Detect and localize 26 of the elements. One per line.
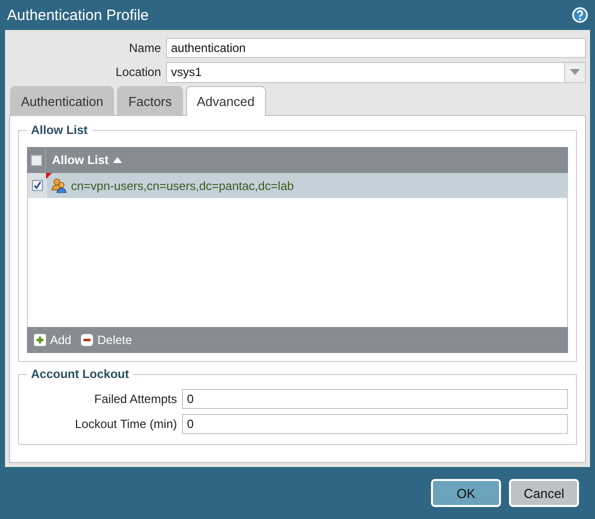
tab[interactable]: Authentication — [10, 86, 114, 115]
user-group-icon — [51, 178, 67, 193]
input-field[interactable]: 0 — [182, 414, 568, 434]
window-title: Authentication Profile — [7, 6, 149, 24]
input-field[interactable]: authentication — [166, 38, 586, 58]
tab[interactable]: Advanced — [186, 86, 266, 116]
section-legend: Account Lockout — [27, 367, 133, 381]
sort-ascending-icon — [112, 157, 122, 163]
caret-icon — [570, 69, 580, 75]
field-label: Failed Attempts — [93, 392, 177, 406]
location-dropdown[interactable]: vsys1 — [166, 62, 586, 82]
table-cell: cn=vpn-users,cn=users,dc=pantac,dc=lab — [71, 178, 294, 192]
field-label: Name — [128, 41, 161, 55]
checkbox[interactable] — [32, 180, 42, 191]
checkbox[interactable] — [30, 154, 42, 166]
help-icon[interactable] — [572, 7, 588, 23]
tab[interactable]: Factors — [117, 86, 183, 115]
ok-button[interactable]: OK — [431, 479, 501, 507]
input-field[interactable]: 0 — [182, 389, 568, 409]
plus-icon — [34, 334, 46, 346]
field-label: Lockout Time (min) — [74, 417, 177, 431]
cancel-button[interactable]: Cancel — [509, 479, 579, 507]
table-row[interactable]: cn=vpn-users,cn=users,dc=pantac,dc=lab — [28, 173, 567, 198]
minus-icon — [81, 334, 94, 346]
section-legend: Allow List — [27, 123, 92, 137]
field-label: Location — [114, 65, 161, 79]
